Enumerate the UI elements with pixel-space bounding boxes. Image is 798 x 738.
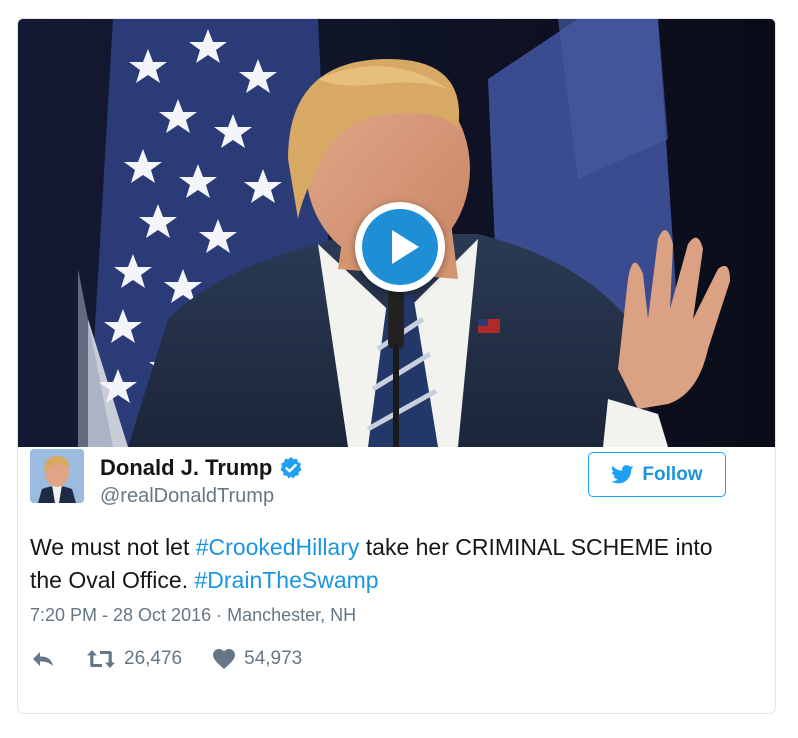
timestamp-link[interactable]: 7:20 PM - 28 Oct 2016 <box>30 605 211 625</box>
tweet-text: We must not let #CrookedHillary take her… <box>30 531 730 597</box>
video-thumbnail[interactable] <box>18 19 775 447</box>
reply-button[interactable] <box>30 649 56 669</box>
hashtag-link-drainswamp[interactable]: #DrainTheSwamp <box>194 567 378 593</box>
follow-button-label: Follow <box>642 463 703 485</box>
play-button-circle <box>362 209 438 285</box>
retweet-icon <box>87 650 115 668</box>
avatar-image <box>30 449 84 503</box>
tweet-text-part1: We must not let <box>30 534 196 560</box>
tweet-meta: 7:20 PM - 28 Oct 2016 · Manchester, NH <box>30 605 356 626</box>
author-name[interactable]: Donald J. Trump <box>100 455 272 481</box>
location-link[interactable]: Manchester, NH <box>227 605 356 625</box>
verified-badge-icon <box>280 457 302 479</box>
twitter-bird-icon <box>611 465 634 484</box>
hashtag-link-crookedhillary[interactable]: #CrookedHillary <box>196 534 360 560</box>
author-handle[interactable]: @realDonaldTrump <box>100 485 274 508</box>
follow-button[interactable]: Follow <box>588 452 726 497</box>
avatar[interactable] <box>30 449 84 503</box>
like-button[interactable]: 54,973 <box>212 648 302 670</box>
heart-icon <box>213 649 236 669</box>
play-icon <box>392 230 419 264</box>
retweet-button[interactable]: 26,476 <box>86 648 182 670</box>
play-button[interactable] <box>355 202 445 292</box>
tweet-actions: 26,476 54,973 <box>30 648 302 670</box>
like-count: 54,973 <box>244 648 303 669</box>
meta-separator: · <box>211 605 228 625</box>
author-name-row[interactable]: Donald J. Trump <box>100 455 303 481</box>
retweet-count: 26,476 <box>124 648 183 669</box>
reply-icon <box>33 652 53 666</box>
